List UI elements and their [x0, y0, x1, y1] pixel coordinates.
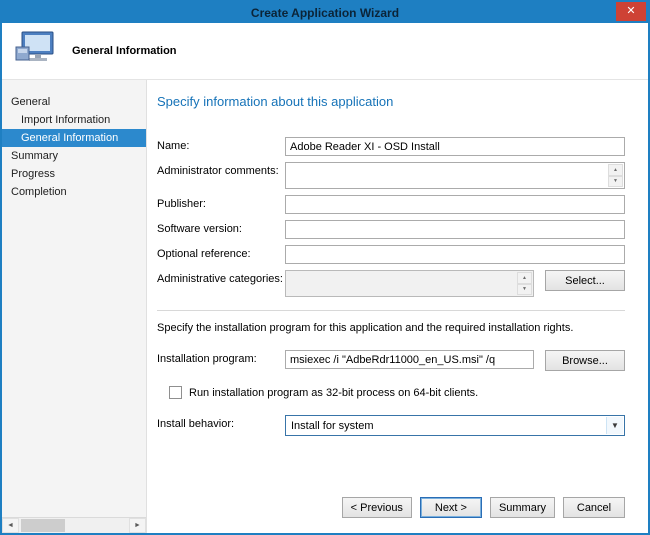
name-label: Name:: [157, 137, 285, 152]
administrator-comments-label: Administrator comments:: [157, 162, 285, 177]
application-icon: [14, 30, 56, 73]
chevron-down-icon[interactable]: ▼: [606, 417, 623, 434]
categories-scrollbar: ▲ ▼: [517, 272, 532, 295]
page-title: Specify information about this applicati…: [157, 94, 625, 109]
wizard-header: General Information: [2, 23, 648, 80]
installation-program-input[interactable]: [285, 350, 534, 369]
install-behavior-label: Install behavior:: [157, 415, 285, 430]
window-title: Create Application Wizard: [2, 6, 648, 20]
administrative-categories-row: Administrative categories: ▲ ▼ Select...: [157, 270, 625, 297]
scroll-up-icon[interactable]: ▲: [517, 272, 532, 284]
select-categories-button[interactable]: Select...: [545, 270, 625, 291]
install-behavior-dropdown[interactable]: Install for system ▼: [285, 415, 625, 436]
administrative-categories-input: ▲ ▼: [285, 270, 534, 297]
close-button[interactable]: ✕: [616, 2, 646, 21]
sidebar-item-general-information[interactable]: General Information: [2, 129, 146, 147]
installation-section-description: Specify the installation program for thi…: [157, 322, 625, 334]
wizard-content: Specify information about this applicati…: [147, 80, 648, 533]
administrative-categories-label: Administrative categories:: [157, 270, 285, 285]
publisher-row: Publisher:: [157, 195, 625, 214]
install-behavior-row: Install behavior: Install for system ▼: [157, 415, 625, 436]
section-divider: [157, 310, 625, 311]
run-32bit-checkbox-label: Run installation program as 32-bit proce…: [189, 387, 478, 399]
sidebar-item-import-information[interactable]: Import Information: [2, 111, 146, 129]
comments-scrollbar: ▲ ▼: [608, 164, 623, 187]
installation-program-row: Installation program: Browse...: [157, 350, 625, 371]
scroll-left-icon[interactable]: ◄: [2, 518, 19, 533]
wizard-footer-buttons: < Previous Next > Summary Cancel: [342, 497, 625, 518]
sidebar-item-summary[interactable]: Summary: [2, 147, 146, 165]
software-version-label: Software version:: [157, 220, 285, 235]
run-32bit-checkbox[interactable]: [169, 386, 182, 399]
optional-reference-label: Optional reference:: [157, 245, 285, 260]
next-button[interactable]: Next >: [420, 497, 482, 518]
publisher-label: Publisher:: [157, 195, 285, 210]
create-application-wizard-window: Create Application Wizard ✕ General Info…: [0, 0, 650, 535]
publisher-input[interactable]: [285, 195, 625, 214]
close-icon: ✕: [626, 5, 635, 17]
optional-reference-row: Optional reference:: [157, 245, 625, 264]
administrator-comments-row: Administrator comments: ▲ ▼: [157, 162, 625, 189]
cancel-button[interactable]: Cancel: [563, 497, 625, 518]
sidebar-item-progress[interactable]: Progress: [2, 165, 146, 183]
scroll-up-icon[interactable]: ▲: [608, 164, 623, 176]
install-behavior-value: Install for system: [291, 420, 374, 432]
sidebar-item-completion[interactable]: Completion: [2, 183, 146, 201]
summary-button[interactable]: Summary: [490, 497, 555, 518]
run-32bit-row: Run installation program as 32-bit proce…: [169, 386, 625, 399]
scrollbar-thumb[interactable]: [21, 519, 65, 532]
sidebar-item-general[interactable]: General: [2, 93, 146, 111]
wizard-body: General Import Information General Infor…: [2, 80, 648, 533]
general-info-form: Name: Administrator comments: ▲ ▼: [157, 137, 625, 297]
installation-program-label: Installation program:: [157, 350, 285, 365]
name-row: Name:: [157, 137, 625, 156]
name-input[interactable]: [285, 137, 625, 156]
scroll-down-icon[interactable]: ▼: [517, 284, 532, 296]
scroll-down-icon[interactable]: ▼: [608, 176, 623, 188]
optional-reference-input[interactable]: [285, 245, 625, 264]
sidebar-horizontal-scrollbar[interactable]: ◄ ►: [2, 517, 146, 533]
software-version-input[interactable]: [285, 220, 625, 239]
scrollbar-track[interactable]: [19, 518, 129, 533]
previous-button[interactable]: < Previous: [342, 497, 412, 518]
title-bar: Create Application Wizard ✕: [2, 2, 648, 23]
administrator-comments-input[interactable]: ▲ ▼: [285, 162, 625, 189]
browse-button[interactable]: Browse...: [545, 350, 625, 371]
wizard-steps-sidebar: General Import Information General Infor…: [2, 80, 147, 533]
software-version-row: Software version:: [157, 220, 625, 239]
scroll-right-icon[interactable]: ►: [129, 518, 146, 533]
header-title: General Information: [72, 45, 177, 57]
